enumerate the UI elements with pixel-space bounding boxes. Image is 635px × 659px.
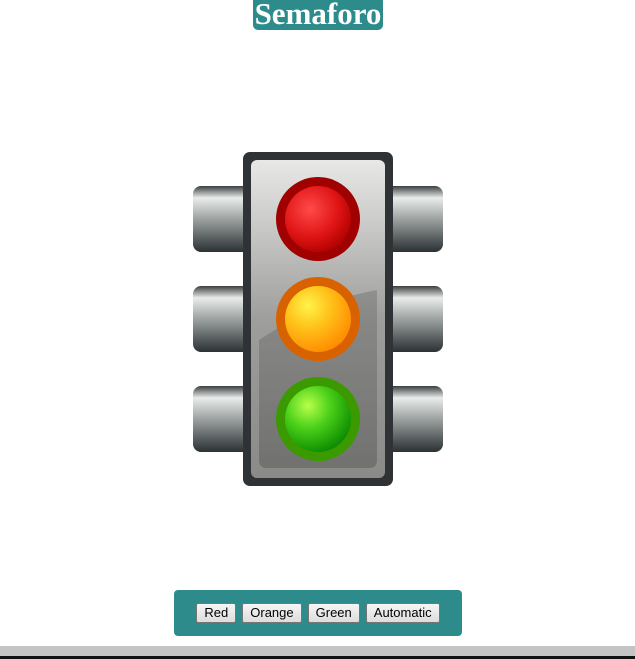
red-button[interactable]: Red (196, 603, 237, 623)
page-title: Semaforo (253, 0, 383, 30)
green-button[interactable]: Green (307, 603, 360, 623)
orange-lamp (276, 277, 360, 361)
horizontal-scrollbar[interactable] (0, 646, 635, 659)
red-lamp (276, 177, 360, 261)
automatic-button[interactable]: Automatic (365, 603, 440, 623)
orange-button[interactable]: Orange (242, 603, 302, 623)
traffic-light (190, 150, 446, 490)
green-lamp (276, 377, 360, 461)
controls-panel: Red Orange Green Automatic (174, 590, 462, 636)
